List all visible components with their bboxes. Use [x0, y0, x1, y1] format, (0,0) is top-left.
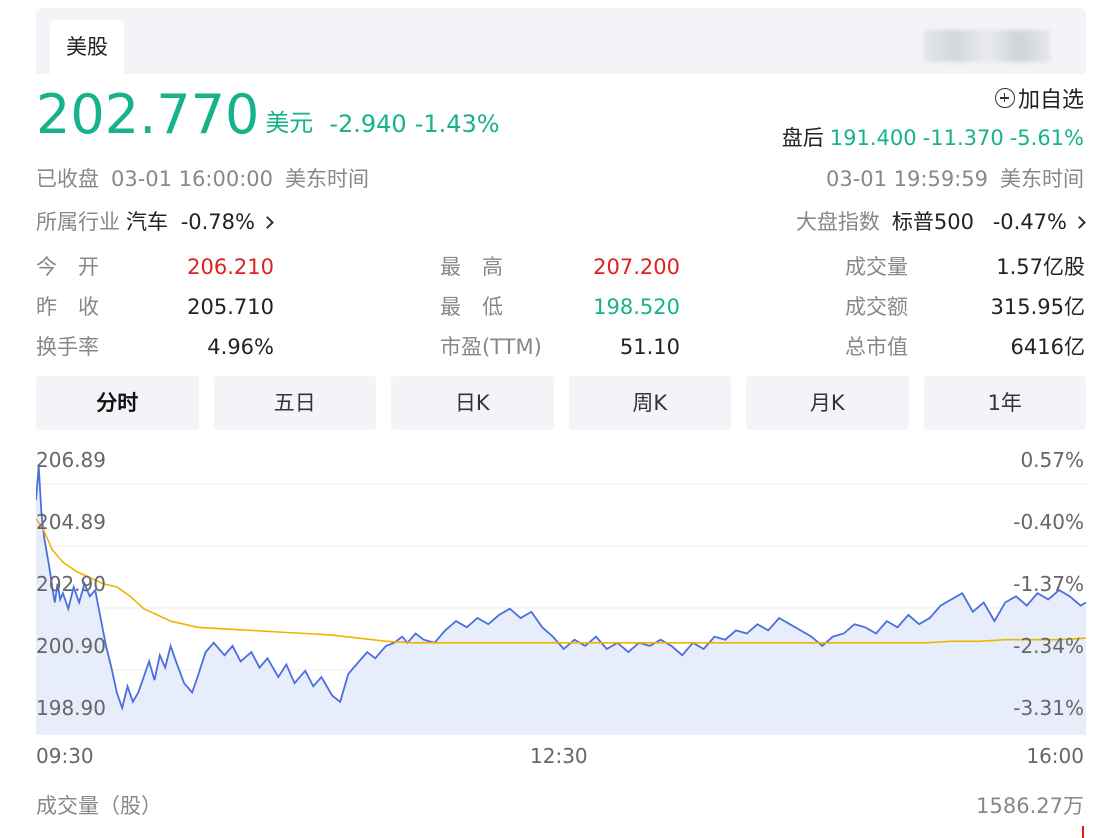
after-hours-pct: -5.61%	[1009, 126, 1084, 150]
market-tab-bar: 美股	[36, 8, 1086, 74]
y-tick-left: 200.90	[36, 634, 106, 658]
x-tick: 16:00	[1026, 744, 1084, 768]
plus-circle-icon	[994, 88, 1015, 108]
price-change: -2.940	[329, 110, 407, 138]
after-hours-label: 盘后	[781, 126, 824, 150]
tab-five-day[interactable]: 五日	[213, 376, 376, 430]
currency-label: 美元	[265, 109, 314, 137]
chart-svg	[36, 465, 1086, 735]
volume-bar-marker	[1082, 826, 1084, 838]
y-tick-left: 198.90	[36, 696, 106, 720]
stat-market-cap: 总市值 6416亿	[845, 335, 1085, 359]
stats-grid: 今 开 206.210 最 高 207.200 成交量 1.57亿股 昨 收 205.7…	[36, 252, 1086, 366]
period-tabs: 分时 五日 日K 周K 月K 1年	[36, 376, 1086, 430]
blurred-logo	[924, 30, 1050, 62]
industry-label: 所属行业	[36, 210, 120, 234]
y-tick-right: -1.37%	[1013, 572, 1084, 596]
close-time: 03-01 16:00:00	[111, 167, 274, 191]
index-link[interactable]: 大盘指数 标普500 -0.47%	[795, 206, 1086, 236]
price-area	[36, 465, 1086, 734]
chevron-right-icon	[261, 216, 274, 229]
x-tick: 12:30	[530, 744, 588, 768]
volume-label: 成交量（股）	[36, 794, 162, 818]
y-tick-right: -2.34%	[1013, 634, 1084, 658]
status-text: 已收盘	[36, 167, 99, 191]
tab-intraday[interactable]: 分时	[36, 376, 199, 430]
add-watchlist-button[interactable]: 加自选	[994, 82, 1084, 114]
after-hours: 盘后 191.400 -11.370 -5.61%	[782, 122, 1084, 152]
stat-turnover-rate: 换手率 4.96%	[36, 335, 274, 359]
intraday-chart[interactable]: 206.89 204.89 202.90 200.90 198.90 0.57%…	[36, 446, 1086, 776]
index-name: 标普500	[891, 210, 975, 234]
index-pct: -0.47%	[992, 210, 1067, 234]
stat-prev-close: 昨 收 205.710	[36, 295, 274, 319]
market-status: 已收盘 03-01 16:00:00 美东时间	[36, 163, 381, 193]
after-time: 03-01 19:59:59	[825, 167, 988, 191]
stat-low: 最 低 198.520	[440, 295, 680, 319]
y-tick-left: 202.90	[36, 572, 106, 596]
y-tick-right: 0.57%	[1020, 448, 1084, 472]
y-tick-right: -3.31%	[1013, 696, 1084, 720]
y-tick-right: -0.40%	[1013, 510, 1084, 534]
stat-high: 最 高 207.200	[440, 255, 680, 279]
industry-pct: -0.78%	[180, 210, 255, 234]
stat-volume: 成交量 1.57亿股	[845, 255, 1085, 279]
current-price: 202.770	[36, 83, 260, 146]
tab-daily-k[interactable]: 日K	[391, 376, 554, 430]
y-tick-left: 206.89	[36, 448, 106, 472]
after-hours-change: -11.370	[922, 126, 1004, 150]
chevron-right-icon	[1073, 216, 1086, 229]
timezone: 美东时间	[285, 167, 370, 191]
stat-pe: 市盈(TTM) 51.10	[440, 335, 680, 359]
price-change-pct: -1.43%	[414, 110, 500, 138]
volume-value: 1586.27万	[976, 794, 1084, 818]
tab-us-stocks[interactable]: 美股	[50, 20, 124, 74]
after-hours-time: 03-01 19:59:59 美东时间	[814, 163, 1084, 193]
stat-turnover: 成交额 315.95亿	[845, 295, 1085, 319]
index-label: 大盘指数	[795, 210, 880, 234]
after-hours-price: 191.400	[829, 126, 917, 150]
stat-open: 今 开 206.210	[36, 255, 274, 279]
tab-one-year[interactable]: 1年	[923, 376, 1086, 430]
industry-link[interactable]: 所属行业 汽车 -0.78%	[36, 206, 274, 236]
y-tick-left: 204.89	[36, 510, 106, 534]
tab-monthly-k[interactable]: 月K	[746, 376, 909, 430]
price-row: 202.770 美元 -2.940 -1.43%	[36, 84, 500, 146]
x-tick: 09:30	[36, 744, 94, 768]
tab-weekly-k[interactable]: 周K	[568, 376, 731, 430]
industry-name: 汽车	[126, 210, 168, 234]
add-watchlist-label: 加自选	[1017, 88, 1084, 113]
after-timezone: 美东时间	[1000, 167, 1084, 191]
